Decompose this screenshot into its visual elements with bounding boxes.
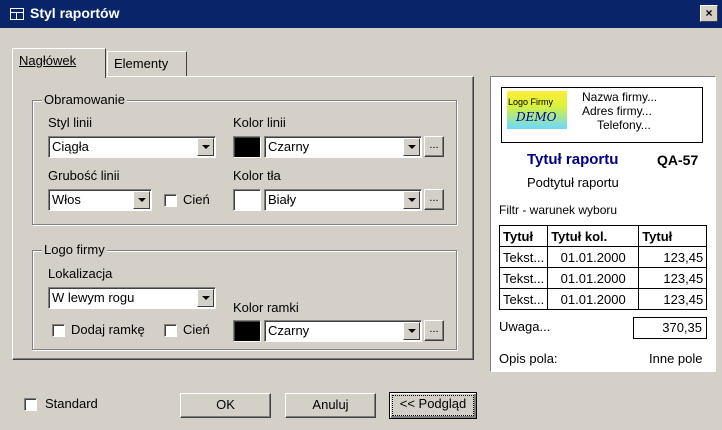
filter-text: Filtr - warunek wyboru [499, 203, 618, 217]
company-phones: Telefony... [597, 118, 651, 132]
add-frame-label: Dodaj ramkę [71, 322, 145, 337]
line-color-swatch [233, 136, 261, 158]
table-cell: 123,45 [638, 288, 708, 310]
line-color-select[interactable]: Czarny [264, 136, 422, 158]
table-cell: 01.01.2000 [547, 288, 640, 310]
chevron-down-icon[interactable] [403, 191, 420, 209]
chevron-down-icon[interactable] [403, 138, 420, 156]
standard-checkbox[interactable] [24, 398, 37, 411]
close-button[interactable]: × [700, 5, 718, 22]
table-row: Tekst... 01.01.2000 123,45 [498, 288, 708, 310]
logo-line1: Logo Firmy [508, 97, 554, 107]
logo-shadow-label: Cień [183, 322, 210, 337]
logo-line2: DEMO [516, 110, 557, 124]
report-code: QA-57 [657, 152, 699, 168]
column-header: Tytuł kol. [547, 225, 640, 247]
table-row: Tekst... 01.01.2000 123,45 [498, 267, 708, 289]
preview-table: Tytuł Tytuł kol. Tytuł Tekst... 01.01.20… [498, 225, 708, 310]
frame-color-select[interactable]: Czarny [264, 320, 422, 342]
logo-shadow-checkbox[interactable] [164, 324, 177, 337]
bg-color-value: Biały [268, 192, 297, 207]
frame-color-label: Kolor ramki [233, 300, 299, 315]
line-color-value: Czarny [268, 139, 310, 154]
frame-color-value: Czarny [268, 323, 310, 338]
table-cell: Tekst... [498, 288, 549, 310]
table-cell: 01.01.2000 [547, 246, 640, 268]
column-header: Tytuł [638, 225, 708, 247]
border-group-title: Obramowanie [42, 92, 127, 107]
line-color-label: Kolor linii [233, 115, 286, 130]
other-field-label: Inne pole [649, 351, 703, 366]
border-shadow-label: Cień [183, 192, 210, 207]
location-select[interactable]: W lewym rogu [48, 287, 216, 309]
note-value: 370,35 [633, 317, 707, 339]
line-style-label: Styl linii [48, 115, 93, 130]
field-desc-label: Opis pola: [499, 351, 558, 366]
table-cell: Tekst... [498, 246, 549, 268]
note-label: Uwaga... [499, 319, 551, 334]
tab-naglowek-label: Nagłówek [19, 53, 77, 68]
line-color-more-button[interactable]: ... [424, 136, 444, 157]
report-preview: Logo Firmy DEMO Nazwa firmy... Adres fir… [490, 76, 716, 372]
title-bar: Styl raportów × [0, 0, 722, 28]
table-header-row: Tytuł Tytuł kol. Tytuł [498, 225, 708, 247]
window-title: Styl raportów [30, 5, 120, 21]
bg-color-label: Kolor tła [233, 168, 281, 183]
line-width-select[interactable]: Włos [48, 189, 152, 211]
cancel-button[interactable]: Anuluj [285, 393, 376, 418]
standard-label: Standard [45, 396, 98, 411]
column-header: Tytuł [498, 225, 549, 247]
bg-color-more-button[interactable]: ... [424, 189, 444, 210]
tab-naglowek[interactable]: Nagłówek [12, 48, 106, 78]
tab-elementy-label: Elementy [114, 56, 169, 71]
company-name: Nazwa firmy... [582, 90, 658, 104]
bg-color-select[interactable]: Biały [264, 189, 422, 211]
table-row: Tekst... 01.01.2000 123,45 [498, 246, 708, 268]
chevron-down-icon[interactable] [403, 322, 420, 340]
line-width-value: Włos [52, 192, 81, 207]
logo-group-title: Logo firmy [42, 242, 107, 257]
bg-color-swatch [233, 189, 261, 211]
company-address: Adres firmy... [582, 104, 652, 118]
table-cell: 01.01.2000 [547, 267, 640, 289]
tab-elementy[interactable]: Elementy [107, 51, 187, 76]
line-style-value: Ciągła [52, 139, 89, 154]
table-cell: 123,45 [638, 246, 708, 268]
company-logo: Logo Firmy DEMO [507, 91, 567, 129]
chevron-down-icon[interactable] [197, 138, 214, 156]
table-cell: Tekst... [498, 267, 549, 289]
table-icon [10, 8, 24, 20]
ok-button[interactable]: OK [180, 393, 271, 418]
line-style-select[interactable]: Ciągła [48, 136, 216, 158]
frame-color-swatch [233, 320, 261, 342]
line-width-label: Grubość linii [48, 168, 120, 183]
border-shadow-checkbox[interactable] [164, 194, 177, 207]
frame-color-more-button[interactable]: ... [424, 320, 444, 341]
preview-button[interactable]: << Podgląd [389, 392, 477, 419]
table-cell: 123,45 [638, 267, 708, 289]
chevron-down-icon[interactable] [133, 191, 150, 209]
location-label: Lokalizacja [48, 266, 113, 281]
chevron-down-icon[interactable] [197, 289, 214, 307]
report-subtitle: Podtytuł raportu [527, 175, 619, 190]
add-frame-checkbox[interactable] [52, 324, 65, 337]
location-value: W lewym rogu [52, 290, 135, 305]
report-title: Tytuł raportu [527, 151, 619, 168]
